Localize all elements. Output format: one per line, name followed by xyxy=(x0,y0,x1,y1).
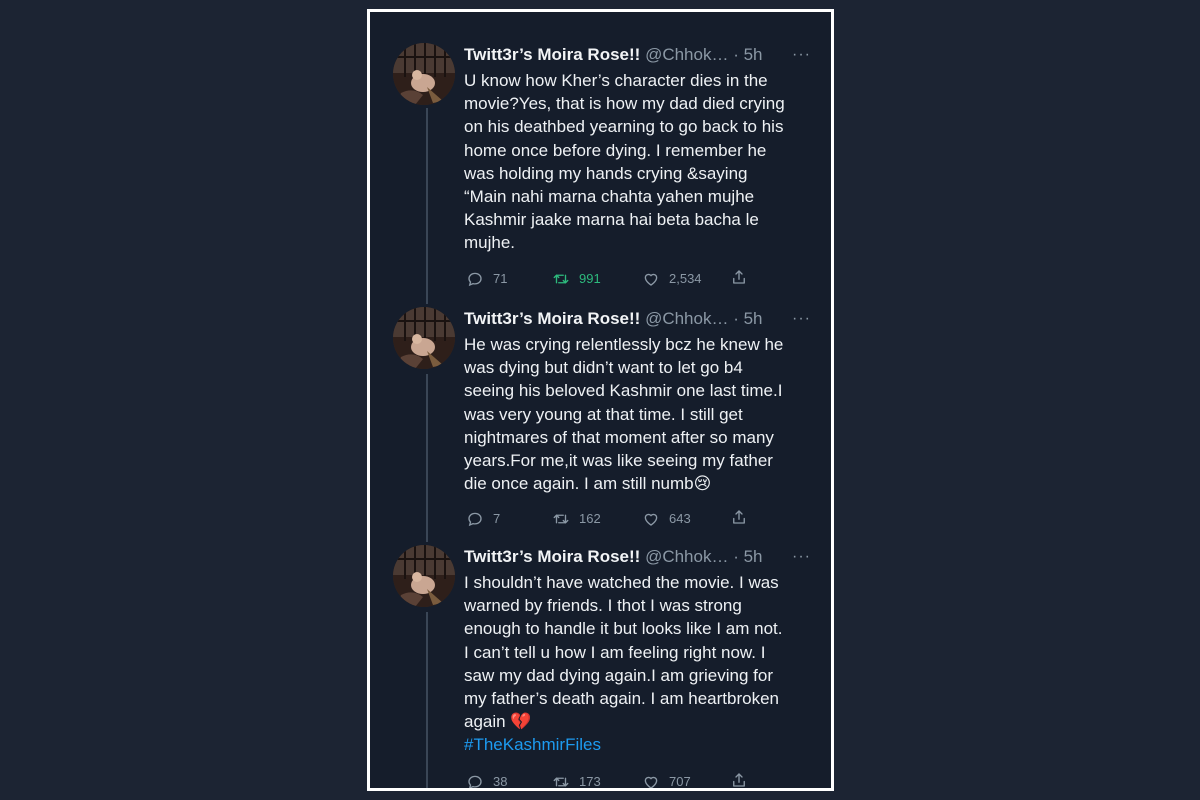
tweet-text: U know how Kher’s character dies in the … xyxy=(464,69,819,255)
tweet-text-line: saw my dad dying again.I am grieving for xyxy=(464,665,773,685)
retweet-icon xyxy=(553,777,569,787)
like-button[interactable]: 2,534 xyxy=(642,268,702,290)
reply-icon xyxy=(468,512,482,527)
share-icon xyxy=(733,270,745,284)
like-count: 707 xyxy=(669,774,691,789)
tweet-text-line: U know how Kher’s character dies in the xyxy=(464,71,768,90)
display-name[interactable]: Twitt3r’s Moira Rose!! xyxy=(464,547,640,566)
reply-button[interactable]: 71 xyxy=(466,268,507,290)
avatar[interactable] xyxy=(393,545,455,607)
reply-count: 38 xyxy=(493,774,508,789)
tweet-text-line: home once before dying. I remember he xyxy=(464,140,767,160)
hashtag-link[interactable]: #TheKashmirFiles xyxy=(464,735,601,754)
share-button[interactable] xyxy=(730,508,748,526)
tweet-text-line: warned by friends. I thot I was strong xyxy=(464,596,742,616)
tweet-text-line: I can’t tell u how I am feeling right no… xyxy=(464,642,766,662)
tweet-text-line: enough to handle it but looks like I am … xyxy=(464,619,783,639)
share-button[interactable] xyxy=(730,771,748,788)
tweet-text-line: Kashmir jaake marna hai beta bacha le xyxy=(464,210,759,230)
like-button[interactable]: 707 xyxy=(642,771,691,789)
tweet-text-line: was very young at that time. I still get xyxy=(464,404,743,424)
user-handle[interactable]: @Chhok… xyxy=(645,45,728,64)
reply-icon xyxy=(468,272,482,287)
tweet-text-line: nightmares of that moment after so many xyxy=(464,427,774,447)
tweet-text-line: was dying but didn’t want to let go b4 xyxy=(464,358,743,378)
tweet-text: He was crying relentlessly bcz he knew h… xyxy=(464,333,819,495)
more-icon[interactable]: ··· xyxy=(792,545,811,569)
retweet-icon xyxy=(553,274,569,284)
reply-count: 71 xyxy=(493,271,508,286)
thread-connector-line xyxy=(426,612,428,788)
like-count: 2,534 xyxy=(669,271,702,286)
tweet-thread-card: Twitt3r’s Moira Rose!! @Chhok… · 5h ··· … xyxy=(367,9,834,791)
user-handle[interactable]: @Chhok… xyxy=(645,309,728,328)
tweet-text-line: “Main nahi marna chahta yahen mujhe xyxy=(464,187,755,207)
tweet-actions: 71 991 2,534 xyxy=(466,268,766,290)
like-button[interactable]: 643 xyxy=(642,508,691,530)
retweet-button[interactable]: 173 xyxy=(552,771,601,789)
tweet-text: I shouldn’t have watched the movie. I wa… xyxy=(464,571,819,757)
avatar[interactable] xyxy=(393,307,455,369)
tweet-text-line: die once again. I am still numb😢 xyxy=(464,472,819,495)
crying-emoji: 😢 xyxy=(693,474,712,494)
tweet-actions: 38 173 707 xyxy=(466,771,766,789)
tweet-text-line-content: die once again. I am still numb xyxy=(464,474,694,494)
tweet-text-line: on his deathbed yearning to go back to h… xyxy=(464,117,784,137)
thread-connector-line xyxy=(426,108,428,304)
tweet-text-line: mujhe. xyxy=(464,233,516,253)
more-icon[interactable]: ··· xyxy=(792,307,811,331)
display-name[interactable]: Twitt3r’s Moira Rose!! xyxy=(464,45,640,64)
tweet-text-line: He was crying relentlessly bcz he knew h… xyxy=(464,335,784,354)
heart-icon xyxy=(644,273,658,286)
thread-connector-line xyxy=(426,374,428,542)
reply-button[interactable]: 7 xyxy=(466,508,500,530)
avatar[interactable] xyxy=(393,43,455,105)
retweet-count: 162 xyxy=(579,511,601,526)
tweet-header: Twitt3r’s Moira Rose!! @Chhok… · 5h xyxy=(464,43,814,67)
tweet-header: Twitt3r’s Moira Rose!! @Chhok… · 5h xyxy=(464,307,814,331)
tweet-text-line: my father’s death again. I am heartbroke… xyxy=(464,689,779,709)
reply-icon xyxy=(468,775,482,788)
tweet-text-line: seeing his beloved Kashmir one last time… xyxy=(464,381,783,401)
like-count: 643 xyxy=(669,511,691,526)
share-button[interactable] xyxy=(730,268,748,286)
retweet-count: 991 xyxy=(579,271,601,286)
reply-count: 7 xyxy=(493,511,501,526)
retweet-button[interactable]: 991 xyxy=(552,268,601,290)
share-icon xyxy=(733,773,745,787)
timestamp[interactable]: · 5h xyxy=(733,547,762,566)
tweet-text-line: I shouldn’t have watched the movie. I wa… xyxy=(464,573,779,592)
tweet-actions: 7 162 643 xyxy=(466,508,766,530)
heart-icon xyxy=(644,776,658,788)
timestamp[interactable]: · 5h xyxy=(733,309,762,328)
tweet-header: Twitt3r’s Moira Rose!! @Chhok… · 5h xyxy=(464,545,814,569)
tweet-text-line: movie?Yes, that is how my dad died cryin… xyxy=(464,94,785,114)
share-icon xyxy=(733,510,745,524)
retweet-count: 173 xyxy=(579,774,601,789)
retweet-button[interactable]: 162 xyxy=(552,508,601,530)
tweet-text-line: again 💔 xyxy=(464,710,819,733)
heart-icon xyxy=(644,513,658,526)
hashtag-line: #TheKashmirFiles xyxy=(464,733,819,756)
timestamp[interactable]: · 5h xyxy=(733,45,762,64)
more-icon[interactable]: ··· xyxy=(792,43,811,67)
user-handle[interactable]: @Chhok… xyxy=(645,547,728,566)
tweet-text-line: years.For me,it was like seeing my fathe… xyxy=(464,451,773,471)
tweet-text-line: was holding my hands crying &saying xyxy=(464,163,748,183)
tweet-text-line-content: again xyxy=(464,712,511,732)
display-name[interactable]: Twitt3r’s Moira Rose!! xyxy=(464,309,640,328)
reply-button[interactable]: 38 xyxy=(466,771,508,789)
broken-heart-emoji: 💔 xyxy=(510,712,532,732)
retweet-icon xyxy=(553,514,569,524)
